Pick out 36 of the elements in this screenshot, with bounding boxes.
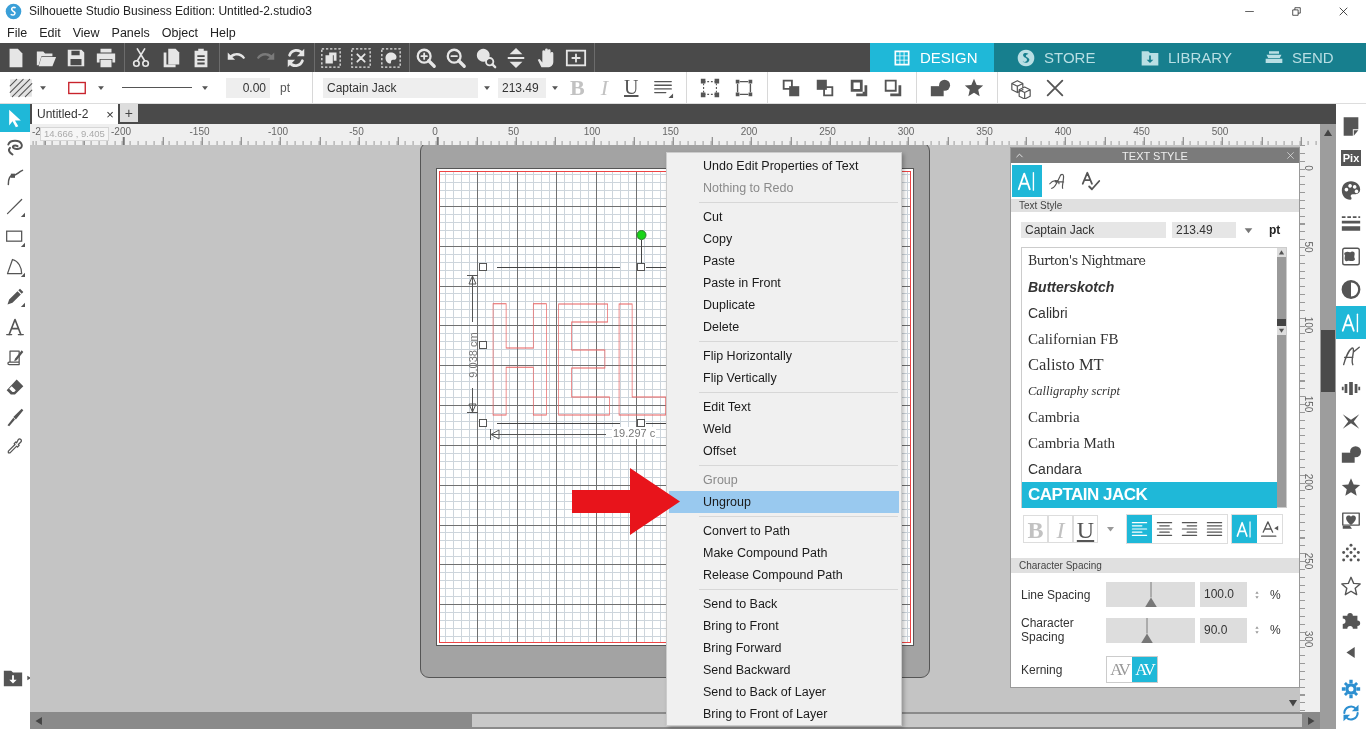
ruler-label: 100 [1302, 316, 1314, 334]
ruler-label: 150 [662, 126, 679, 137]
ruler-label: 200 [740, 126, 758, 137]
unit-label: pt [280, 80, 290, 95]
section-header: Text Style [1011, 199, 1299, 212]
ruler-label: 150 [1302, 395, 1314, 412]
ruler-label: 400 [1054, 126, 1072, 137]
kerning-label: Kerning [1021, 662, 1064, 677]
unit-label: % [1270, 623, 1281, 637]
ruler-label: 0 [432, 126, 438, 137]
ruler-label: 250 [1302, 552, 1314, 569]
ruler-label: 500 [1211, 126, 1229, 137]
ruler-label: 0 [1302, 165, 1314, 171]
ruler-label: 300 [1302, 630, 1314, 648]
unit-label: pt [1269, 223, 1281, 237]
section-header: Character Spacing [1011, 558, 1299, 573]
ruler-label: 50 [1302, 240, 1314, 253]
ruler-label: -150 [189, 126, 210, 137]
spacing-label: Character Spacing [1021, 616, 1075, 644]
ruler-label: 200 [1302, 473, 1314, 491]
ruler-label: 250 [819, 126, 836, 137]
panel-title: TEXT STYLE [1121, 149, 1189, 162]
ruler-label: 300 [897, 126, 915, 137]
ruler-label: 450 [1133, 126, 1150, 137]
ruler-label: -50 [349, 126, 364, 137]
unit-label: % [1270, 587, 1281, 602]
cursor-coordinates: 14.666 , 9.405 [40, 127, 109, 141]
ruler-label: 350 [976, 126, 993, 137]
ruler-label: -100 [268, 126, 288, 137]
ruler-label: -2 [32, 126, 41, 137]
ruler-label: 50 [507, 126, 520, 137]
spacing-label: Line Spacing [1021, 587, 1092, 602]
window-title: Silhouette Studio Business Edition: Untitled-2.studio3 [29, 4, 313, 18]
ruler-label: 100 [583, 126, 601, 137]
dimension-label: 9.038 cm [467, 332, 479, 378]
ruler-label: -200 [111, 126, 131, 137]
